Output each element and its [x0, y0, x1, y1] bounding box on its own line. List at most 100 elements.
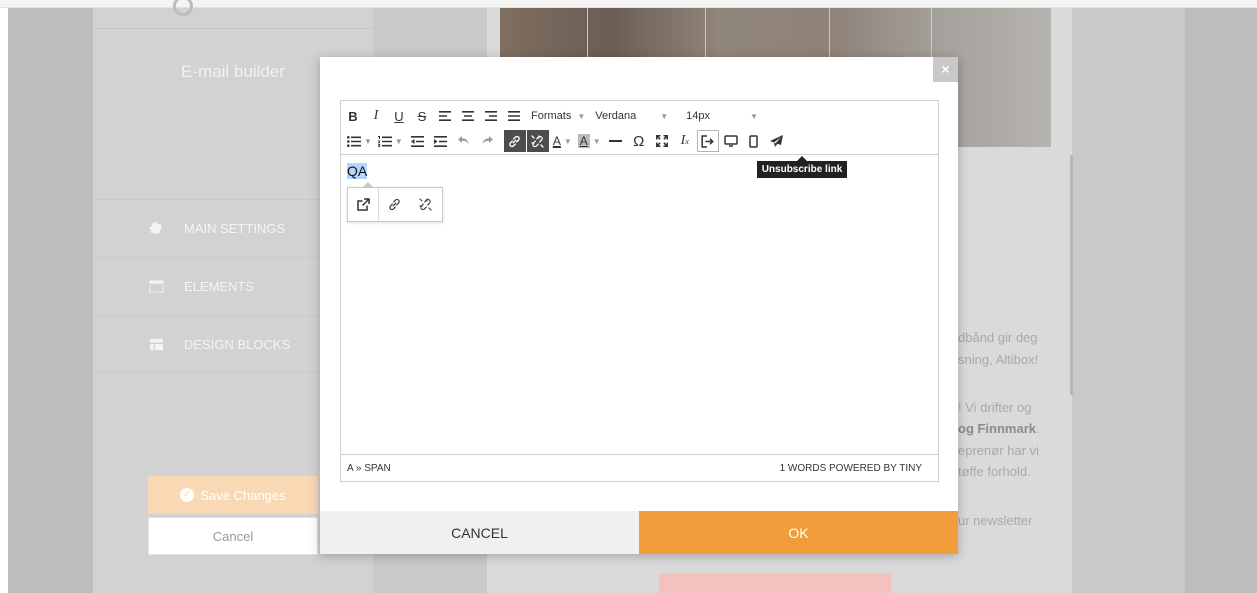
elements-icon: [149, 279, 164, 294]
unlink-icon: [419, 198, 432, 211]
selected-link-text[interactable]: QA: [347, 163, 368, 179]
bold-button[interactable]: B: [342, 105, 364, 127]
exit-icon: [701, 134, 714, 148]
align-center-icon: [462, 111, 474, 121]
open-link-button[interactable]: [348, 188, 379, 221]
mobile-preview-button[interactable]: [743, 130, 765, 152]
unsubscribe-link-button[interactable]: [696, 130, 719, 152]
chevron-down-icon: ▼: [364, 136, 372, 146]
sidebar-logo-area: [93, 8, 373, 29]
special-character-button[interactable]: Ω: [628, 130, 650, 152]
edit-link-button[interactable]: [379, 188, 410, 221]
align-justify-button[interactable]: [503, 105, 525, 127]
align-center-button[interactable]: [457, 105, 479, 127]
font-family-dropdown[interactable]: Verdana ▼: [595, 110, 668, 122]
body-text-bold: og Finnmark: [958, 421, 1037, 436]
chevron-down-icon: ▼: [750, 111, 758, 121]
word-count: 1 WORDS POWERED BY TINY: [779, 462, 922, 474]
align-left-button[interactable]: [434, 105, 456, 127]
bullet-list-button[interactable]: ▼: [347, 135, 375, 147]
save-label: Save Changes: [200, 487, 286, 503]
sidebar-item-label: DESIGN BLOCKS: [184, 336, 291, 352]
mobile-icon: [749, 134, 758, 148]
clear-formatting-button[interactable]: Ix: [674, 130, 696, 152]
backdrop-right: [1185, 8, 1257, 593]
modal-footer: CANCEL OK: [320, 511, 958, 554]
numbered-list-icon: [377, 135, 392, 147]
body-text: ! Vi drifter og: [958, 400, 1032, 415]
element-path[interactable]: A » SPAN: [347, 463, 391, 474]
italic-button[interactable]: I: [365, 105, 387, 127]
body-text: dbånd gir deg: [958, 330, 1038, 345]
background-color-button[interactable]: A ▼: [577, 134, 604, 148]
remove-link-button[interactable]: [410, 188, 441, 221]
insert-link-button[interactable]: [503, 130, 526, 152]
indent-icon: [434, 135, 448, 147]
body-text: og Finnmark.: [958, 421, 1040, 436]
background-color-icon: A: [577, 134, 590, 148]
send-test-button[interactable]: [766, 130, 788, 152]
backdrop-left: [8, 8, 93, 593]
sidebar-item-label: MAIN SETTINGS: [184, 221, 286, 236]
undo-button[interactable]: [453, 130, 475, 152]
toolbar-row: B I U S Formats ▼ Verdana ▼ 14px ▼: [341, 104, 758, 128]
indent-button[interactable]: [430, 130, 452, 152]
bullet-list-icon: [347, 135, 361, 147]
editor-content[interactable]: QA: [347, 163, 368, 179]
chevron-down-icon: ▼: [660, 111, 669, 121]
desktop-preview-button[interactable]: [720, 130, 742, 152]
close-button[interactable]: ×: [933, 57, 958, 82]
fullscreen-icon: [655, 135, 668, 147]
paper-plane-icon: [770, 135, 784, 147]
chevron-down-icon: ▼: [563, 136, 572, 146]
body-text: eprenør har vi: [958, 443, 1039, 458]
body-text: sning, Altibox!: [958, 352, 1039, 367]
cancel-button[interactable]: Cancel: [148, 517, 318, 555]
horizontal-line-button[interactable]: [605, 130, 627, 152]
formats-dropdown[interactable]: Formats ▼: [531, 110, 585, 122]
editor-statusbar: A » SPAN 1 WORDS POWERED BY TINY: [341, 454, 938, 481]
cta-button[interactable]: [659, 573, 891, 593]
text-color-button[interactable]: A ▼: [553, 134, 575, 148]
text-color-icon: A: [552, 134, 561, 148]
horizontal-line-icon: [609, 140, 623, 142]
chevron-down-icon: ▼: [592, 136, 601, 146]
clear-formatting-icon: Ix: [680, 133, 689, 148]
rich-text-editor: B I U S Formats ▼ Verdana ▼ 14px ▼ ▼ ▼ A…: [340, 100, 939, 482]
font-family-value: Verdana: [595, 110, 637, 122]
editor-toolbar: B I U S Formats ▼ Verdana ▼ 14px ▼ ▼ ▼ A…: [341, 101, 938, 155]
numbered-list-button[interactable]: ▼: [377, 135, 406, 147]
fullscreen-button[interactable]: [651, 130, 673, 152]
sidebar-item-label: ELEMENTS: [184, 279, 255, 294]
outdent-button[interactable]: [407, 130, 429, 152]
modal-cancel-button[interactable]: CANCEL: [320, 511, 639, 554]
body-text: tøffe forhold.: [958, 464, 1031, 479]
external-link-icon: [356, 198, 370, 211]
font-size-value: 14px: [686, 110, 711, 122]
align-right-button[interactable]: [480, 105, 502, 127]
link-icon: [509, 135, 521, 147]
modal-ok-button[interactable]: OK: [639, 511, 958, 554]
desktop-icon: [723, 135, 738, 147]
body-text-end: .: [1036, 421, 1040, 436]
redo-icon: [482, 136, 493, 144]
undo-icon: [457, 136, 469, 144]
align-left-icon: [439, 111, 451, 121]
unlink-button[interactable]: [526, 130, 549, 152]
tooltip: Unsubscribe link: [757, 156, 847, 178]
canvas-scrollbar[interactable]: [1070, 155, 1073, 395]
chevron-down-icon: ▼: [577, 111, 586, 121]
align-right-icon: [485, 111, 497, 121]
body-text: ur newsletter: [958, 513, 1033, 528]
chevron-down-icon: ▼: [394, 136, 403, 146]
underline-button[interactable]: U: [388, 105, 410, 127]
unlink-icon: [531, 134, 544, 148]
save-changes-button[interactable]: ✓ Save Changes: [148, 476, 318, 514]
outdent-icon: [411, 135, 425, 147]
formats-label: Formats: [531, 110, 572, 122]
strikethrough-button[interactable]: S: [411, 105, 433, 127]
align-justify-icon: [508, 111, 520, 121]
font-size-dropdown[interactable]: 14px ▼: [686, 110, 758, 122]
redo-button[interactable]: [476, 130, 498, 152]
link-context-toolbar: [347, 182, 443, 222]
